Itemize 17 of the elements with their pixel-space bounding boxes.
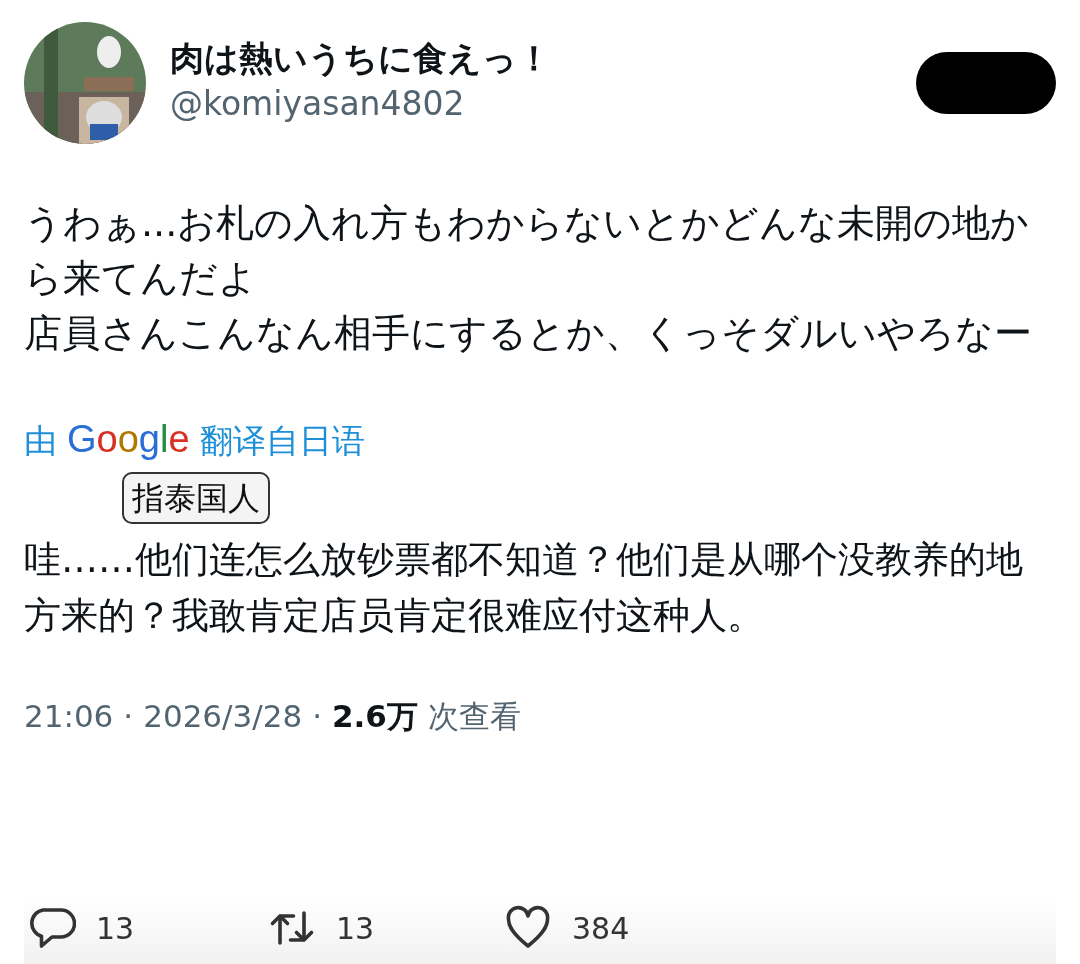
like-count: 384 (572, 909, 630, 948)
translation-label: 由 (24, 420, 57, 463)
reply-count: 13 (96, 909, 135, 948)
user-handle: @komiyasan4802 (170, 82, 466, 125)
tweet-text: うわぁ...お札の入れ方もわからないとかどんな未開の地から来てんだよ (24, 200, 1031, 303)
separator-dot: · (312, 697, 322, 737)
display-name: 肉は熱いうちに食えっ！ (170, 37, 552, 79)
translated-text: 哇……他们连怎么放钞票都不知道？他们是从哪个没教养的地方来的？我敢肯定店员肯定很难应付这种人。 (24, 537, 1024, 639)
logo-text: Google (67, 417, 190, 463)
retweet-count: 13 (336, 909, 375, 948)
post-time: 21:06 (24, 697, 114, 737)
post-date: 2026/3/28 (143, 697, 303, 737)
tweet-text: 店員さんこんなん相手にするとか、くっそダルいやろなー (24, 310, 1033, 358)
view-count: 2.6万 次查看 (332, 697, 521, 737)
separator-dot: · (123, 697, 134, 737)
translation-label: 翻译自日语 (199, 420, 365, 463)
sticker-label: 指泰国人 (122, 472, 270, 525)
